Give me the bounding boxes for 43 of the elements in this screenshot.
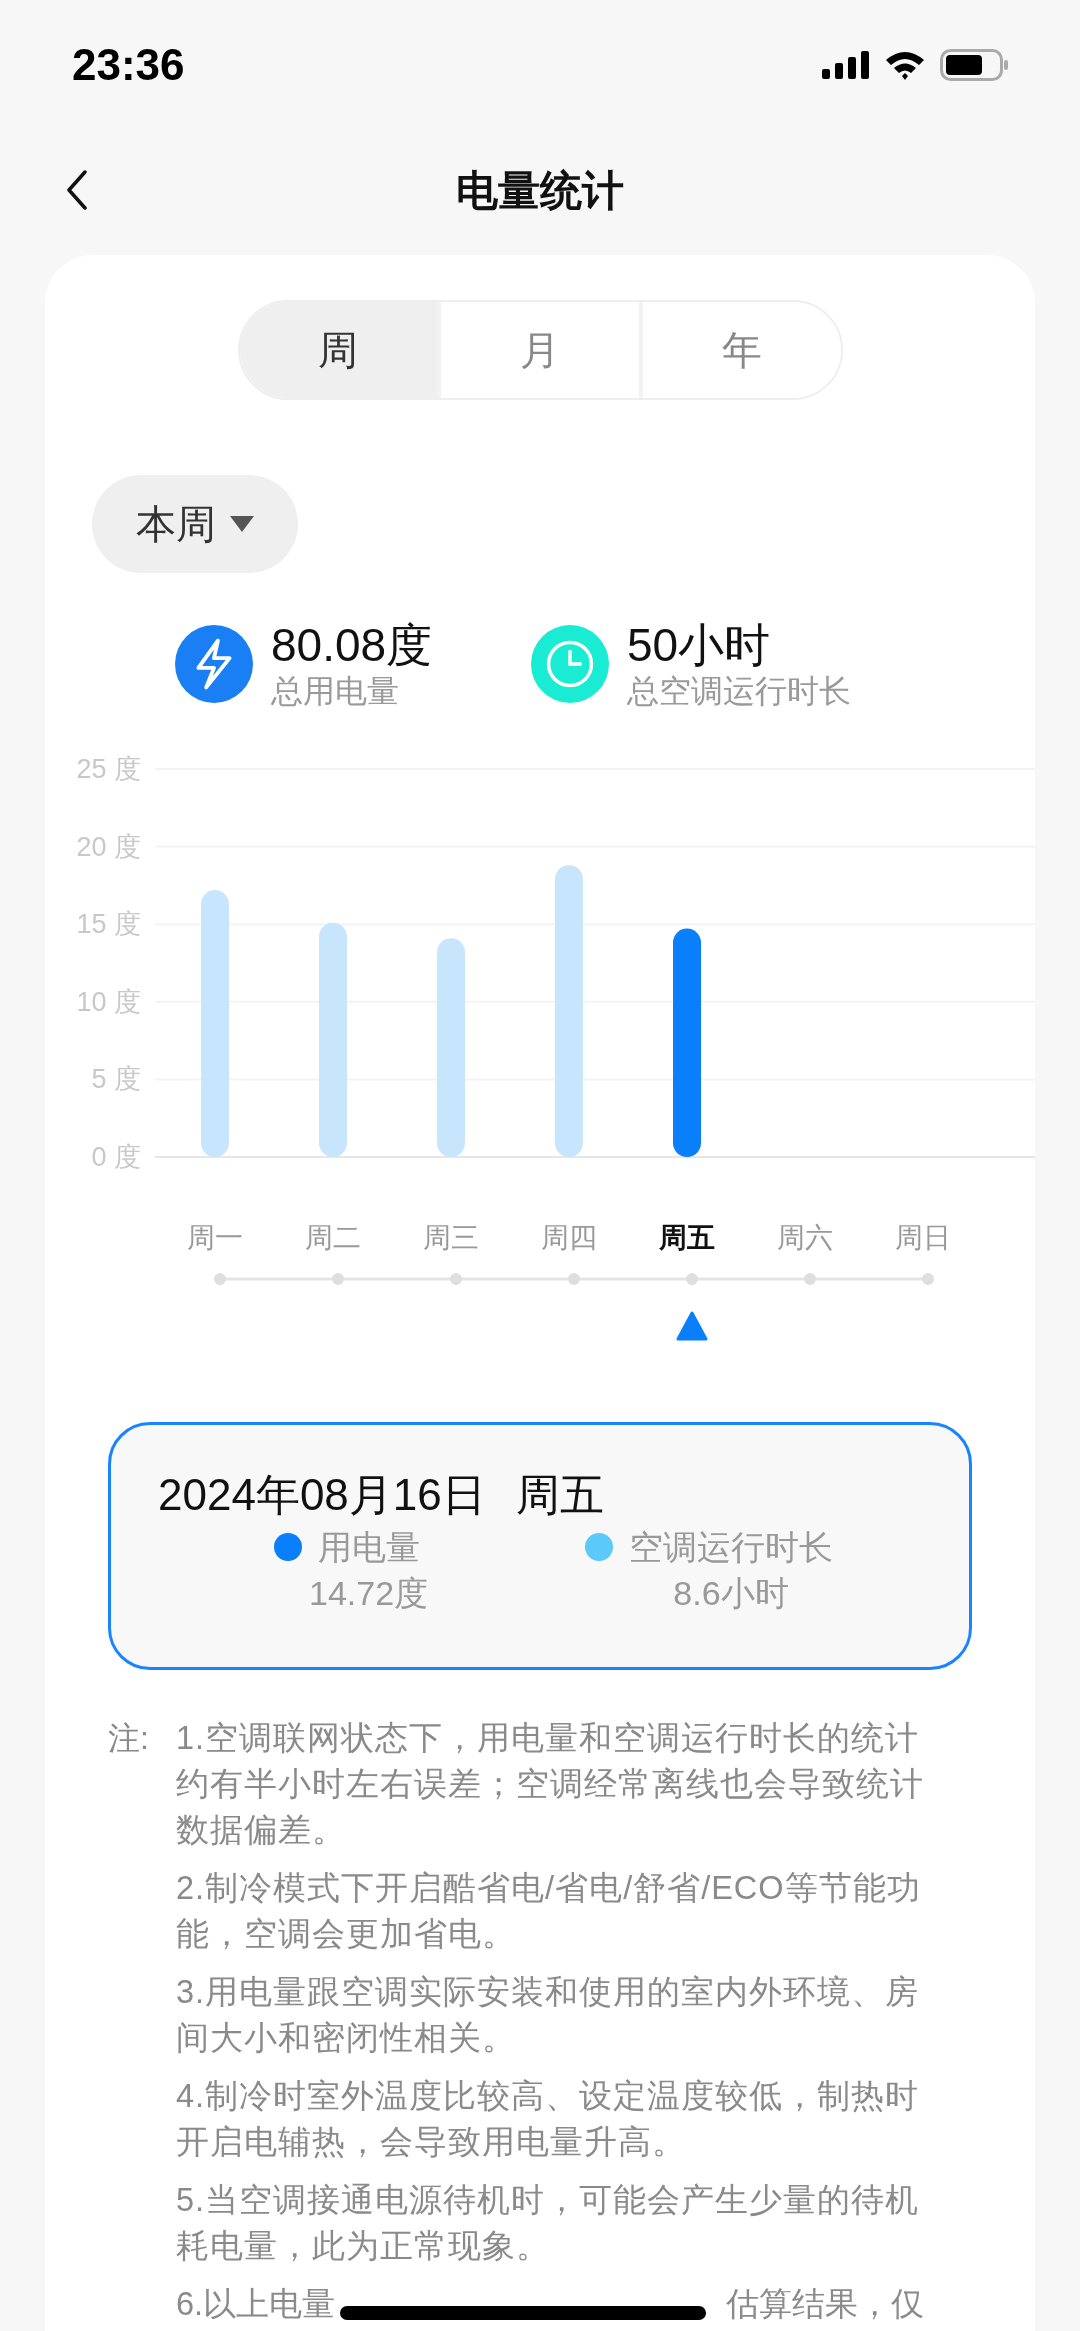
timeline-dot[interactable] — [332, 1273, 344, 1285]
timeline-dot[interactable] — [568, 1273, 580, 1285]
timeline-dot[interactable] — [804, 1273, 816, 1285]
status-time: 23:36 — [72, 39, 185, 91]
summary-label: 总用电量 — [271, 672, 400, 710]
timeline-dot[interactable] — [450, 1273, 462, 1285]
detail-weekday: 周五 — [515, 1470, 604, 1520]
legend-label: 用电量 — [317, 1527, 420, 1568]
legend-value: 14.72度 — [308, 1573, 429, 1614]
notes-label: 注: — [108, 1719, 150, 1758]
note-text: 估算结果，仅 — [726, 2285, 924, 2324]
note-text: 4.制冷时室外温度比较高、设定温度较低，制热时开启电辅热，会导致用电量升高。 — [176, 2077, 921, 2162]
summary-value: 80.08度 — [271, 618, 433, 672]
day-label[interactable]: 周日 — [895, 1222, 951, 1253]
bar[interactable] — [673, 928, 701, 1157]
day-label[interactable]: 周四 — [541, 1222, 597, 1253]
back-icon — [65, 170, 89, 210]
note-text: 6.以上电量 — [176, 2285, 336, 2324]
wifi-icon — [884, 50, 926, 80]
timeline-dot[interactable] — [214, 1273, 226, 1285]
note-text: 1.空调联网状态下，用电量和空调运行时长的统计约有半小时左右误差；空调经常离线也会导致统计数据偏差。 — [176, 1719, 925, 1850]
summary-value: 50小时 — [627, 618, 772, 672]
note-text: 5.当空调接通电源待机时，可能会产生少量的待机耗电量，此为正常现象。 — [176, 2181, 921, 2266]
legend-label: 空调运行时长 — [629, 1527, 833, 1568]
timeline-dot[interactable] — [686, 1273, 698, 1285]
period-tab[interactable]: 周 — [239, 302, 438, 398]
day-label[interactable]: 周五 — [659, 1222, 715, 1253]
day-label[interactable]: 周六 — [777, 1222, 833, 1253]
caret-icon — [230, 516, 254, 532]
day-label[interactable]: 周三 — [423, 1222, 479, 1253]
timeline-dot[interactable] — [922, 1273, 934, 1285]
day-label[interactable]: 周一 — [187, 1222, 243, 1253]
battery-icon — [940, 49, 1008, 81]
period-tab[interactable]: 年 — [638, 302, 841, 398]
detail-date: 2024年08月16日 — [158, 1470, 486, 1520]
summary-label: 总空调运行时长 — [627, 672, 851, 710]
note-text: 2.制冷模式下开启酷省电/省电/舒省/ECO等节能功能，空调会更加省电。 — [176, 1869, 922, 1954]
legend-value: 8.6小时 — [672, 1573, 789, 1614]
note-text: 3.用电量跟空调实际安装和使用的室内外环境、房间大小和密闭性相关。 — [176, 1973, 921, 2058]
day-label[interactable]: 周二 — [305, 1222, 361, 1253]
range-dropdown[interactable]: 本周 — [92, 475, 298, 573]
page-title: 电量统计 — [456, 165, 624, 216]
signal-icon — [822, 51, 870, 79]
